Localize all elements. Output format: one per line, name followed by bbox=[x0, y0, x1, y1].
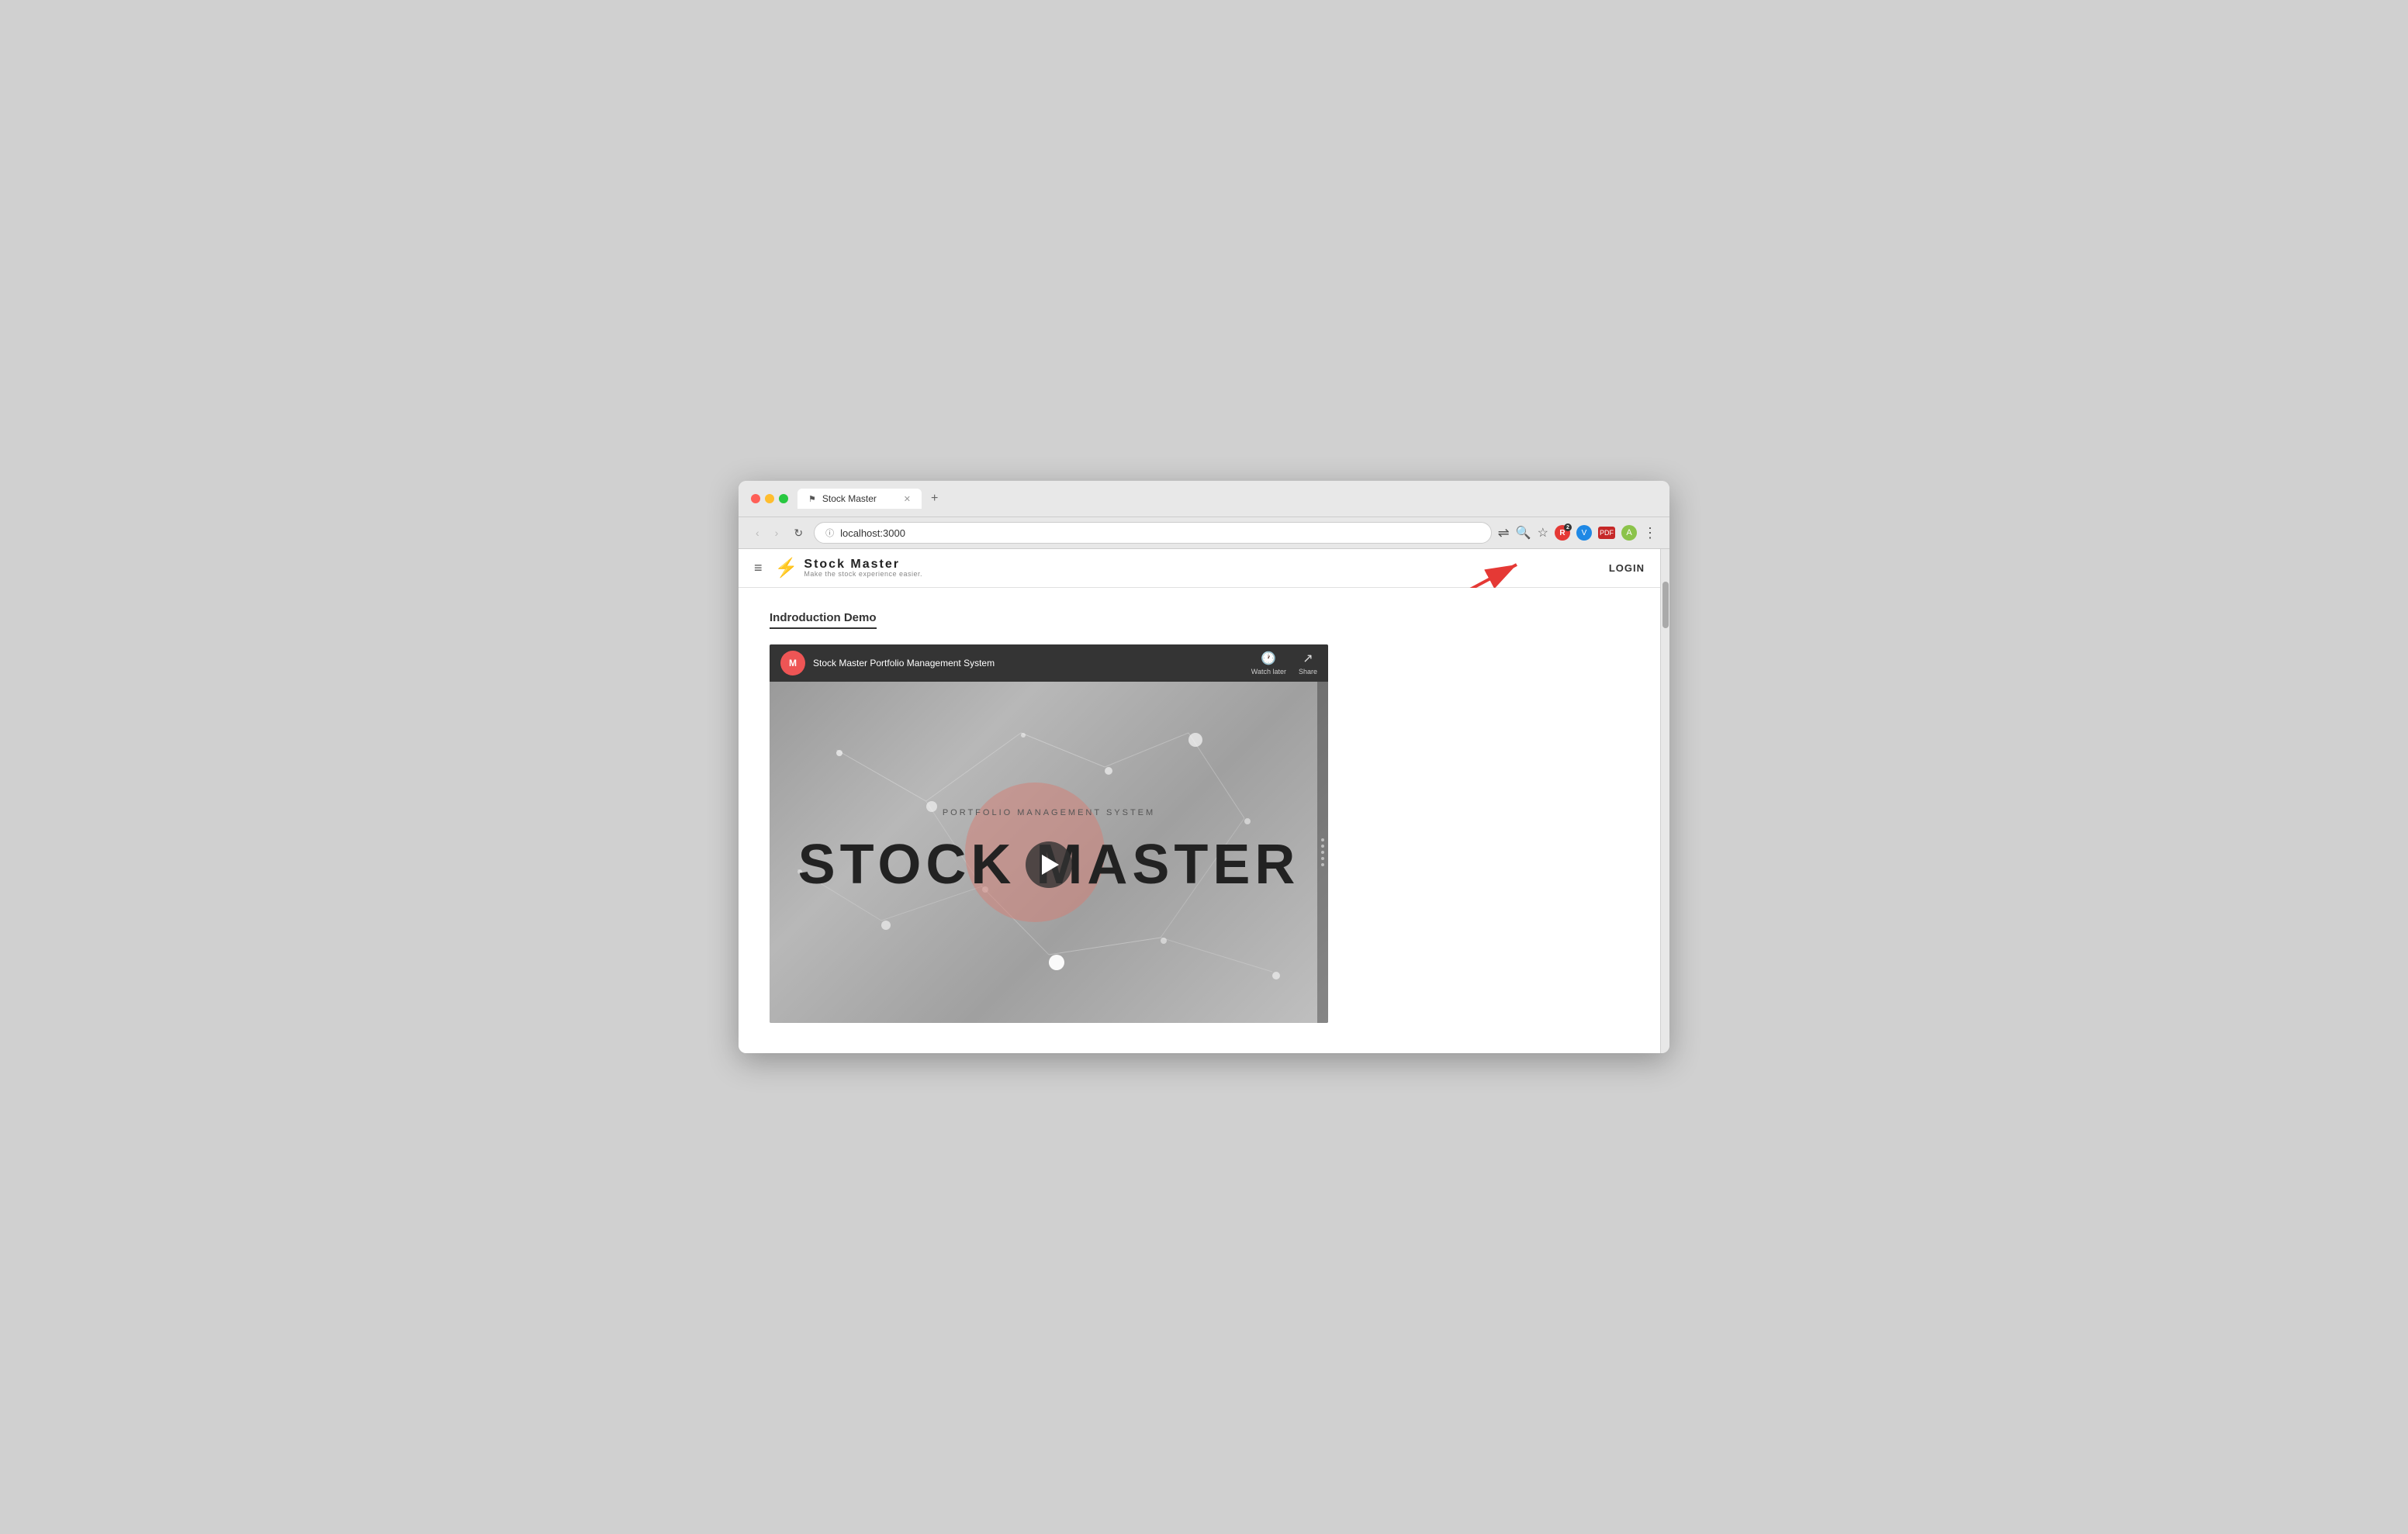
video-main[interactable]: PORTFOLIO MANAGEMENT SYSTEM STOCK MASTER bbox=[770, 682, 1328, 1023]
translate-icon[interactable]: ⇌ bbox=[1498, 525, 1510, 541]
extension-pdf[interactable]: PDF bbox=[1598, 527, 1615, 539]
ext-badge: 2 bbox=[1564, 523, 1572, 531]
channel-avatar: M bbox=[780, 651, 805, 675]
logo-area: ⚡ Stock Master Make the stock experience… bbox=[775, 557, 922, 579]
video-container: M Stock Master Portfolio Management Syst… bbox=[770, 644, 1328, 1023]
share-icon: ↗ bbox=[1303, 651, 1313, 666]
app-header: ≡ ⚡ Stock Master Make the stock experien… bbox=[739, 549, 1660, 588]
video-controls-right: 🕐 Watch later ↗ Share bbox=[1251, 651, 1317, 675]
video-top-bar: M Stock Master Portfolio Management Syst… bbox=[770, 644, 1328, 682]
lock-icon: ⓘ bbox=[825, 527, 834, 539]
new-tab-button[interactable]: + bbox=[925, 489, 944, 509]
section-title: Indroduction Demo bbox=[770, 611, 877, 629]
back-button[interactable]: ‹ bbox=[751, 523, 764, 542]
forward-button[interactable]: › bbox=[770, 523, 784, 542]
login-button[interactable]: LOGIN bbox=[1609, 562, 1645, 574]
minimize-button[interactable] bbox=[765, 494, 774, 503]
share-button[interactable]: ↗ Share bbox=[1299, 651, 1317, 675]
video-title: Stock Master Portfolio Management System bbox=[813, 658, 995, 669]
zoom-icon[interactable]: 🔍 bbox=[1516, 525, 1531, 541]
reload-button[interactable]: ↻ bbox=[789, 523, 808, 543]
logo-icon: ⚡ bbox=[775, 557, 798, 579]
browser-menu-icon[interactable]: ⋮ bbox=[1643, 525, 1657, 541]
active-tab[interactable]: ⚑ Stock Master ✕ bbox=[797, 489, 922, 509]
extension-blue[interactable]: V bbox=[1576, 525, 1592, 541]
video-content: PORTFOLIO MANAGEMENT SYSTEM STOCK MASTER bbox=[770, 808, 1328, 897]
watch-later-label: Watch later bbox=[1251, 668, 1286, 675]
traffic-lights bbox=[751, 494, 788, 503]
logo-subtitle: Make the stock experience easier. bbox=[804, 571, 922, 579]
close-button[interactable] bbox=[751, 494, 760, 503]
extension-avatar[interactable]: A bbox=[1621, 525, 1637, 541]
tab-close-icon[interactable]: ✕ bbox=[904, 494, 911, 504]
browser-extensions: ⇌ 🔍 ☆ R2 V PDF A ⋮ bbox=[1498, 525, 1657, 541]
video-channel-info: M Stock Master Portfolio Management Syst… bbox=[780, 651, 995, 675]
header-left: ≡ ⚡ Stock Master Make the stock experien… bbox=[754, 557, 922, 579]
browser-body: ≡ ⚡ Stock Master Make the stock experien… bbox=[739, 549, 1669, 1053]
url-bar[interactable]: ⓘ localhost:3000 bbox=[814, 522, 1492, 544]
stock-master-row: STOCK MASTER bbox=[770, 833, 1328, 897]
browser-window: ⚑ Stock Master ✕ + ‹ › ↻ ⓘ localhost:300… bbox=[739, 481, 1669, 1053]
url-text: localhost:3000 bbox=[840, 527, 1480, 539]
address-bar: ‹ › ↻ ⓘ localhost:3000 ⇌ 🔍 ☆ R2 V PDF A … bbox=[739, 517, 1669, 549]
logo-text-area: Stock Master Make the stock experience e… bbox=[804, 558, 922, 579]
main-content: Indroduction Demo M Stock Master Portfol… bbox=[739, 588, 1660, 1053]
browser-content: ≡ ⚡ Stock Master Make the stock experien… bbox=[739, 549, 1660, 1053]
bookmark-icon[interactable]: ☆ bbox=[1538, 525, 1548, 541]
hamburger-menu[interactable]: ≡ bbox=[754, 560, 763, 576]
maximize-button[interactable] bbox=[779, 494, 788, 503]
play-button[interactable] bbox=[1026, 841, 1072, 888]
extension-red[interactable]: R2 bbox=[1555, 525, 1570, 541]
tab-favicon: ⚑ bbox=[808, 494, 816, 504]
scrollbar[interactable] bbox=[1660, 549, 1669, 1053]
clock-icon: 🕐 bbox=[1261, 651, 1276, 666]
share-label: Share bbox=[1299, 668, 1317, 675]
tab-title: Stock Master bbox=[822, 493, 877, 504]
logo-title: Stock Master bbox=[804, 558, 922, 572]
portfolio-label: PORTFOLIO MANAGEMENT SYSTEM bbox=[770, 808, 1328, 817]
title-bar: ⚑ Stock Master ✕ + bbox=[739, 481, 1669, 517]
play-triangle-icon bbox=[1042, 855, 1059, 875]
scroll-thumb[interactable] bbox=[1662, 582, 1669, 628]
tab-bar: ⚑ Stock Master ✕ + bbox=[797, 489, 1657, 509]
watch-later-button[interactable]: 🕐 Watch later bbox=[1251, 651, 1286, 675]
